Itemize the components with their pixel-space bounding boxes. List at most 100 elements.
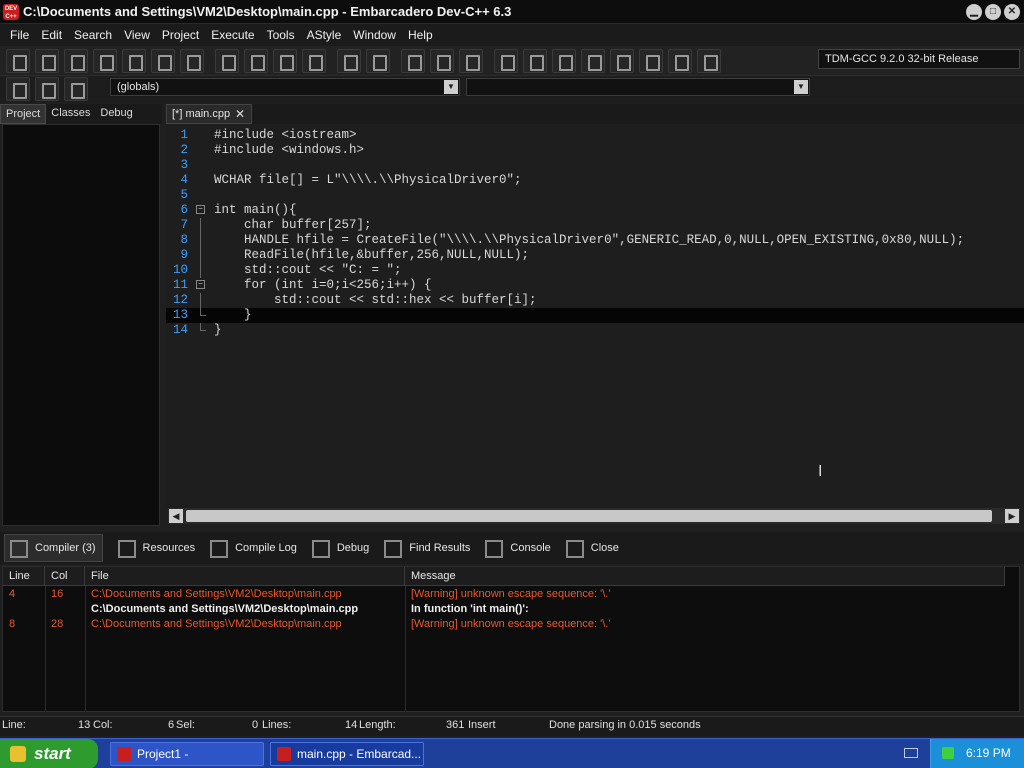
tab-compile-log[interactable]: Compile Log (205, 535, 297, 561)
code-line-current: 13 } (166, 308, 1024, 323)
stop-execution-icon[interactable] (639, 48, 663, 73)
project-panel[interactable] (2, 124, 160, 526)
taskbar-item-main-cpp[interactable]: main.cpp - Embarcad... (270, 742, 424, 766)
goto-bookmark-icon[interactable] (64, 77, 88, 101)
line-number: 6 (180, 203, 188, 217)
clock[interactable]: 6:19 PM (966, 746, 1011, 760)
bookmark-icon[interactable] (302, 48, 326, 73)
tab-close[interactable]: Close (561, 535, 619, 561)
tab-find-results[interactable]: Find Results (379, 535, 470, 561)
compiler-messages-table[interactable]: Line Col File Message 4 16 C:\Documents … (2, 566, 1020, 712)
delete-profile-icon[interactable] (697, 48, 721, 73)
line-number: 5 (180, 188, 188, 202)
scroll-right-icon[interactable]: ▶ (1005, 509, 1019, 523)
find-icon[interactable] (215, 48, 239, 73)
compile-icon[interactable] (494, 48, 518, 73)
save-all-icon[interactable] (93, 48, 117, 73)
tab-classes[interactable]: Classes (46, 104, 95, 124)
close-icon[interactable]: ✕ (235, 105, 245, 123)
keyboard-icon[interactable] (904, 748, 918, 758)
table-row[interactable]: 4 16 C:\Documents and Settings\VM2\Deskt… (3, 587, 1005, 602)
table-row[interactable]: 8 28 C:\Documents and Settings\VM2\Deskt… (3, 617, 1005, 632)
tab-resources[interactable]: Resources (113, 535, 195, 561)
window-title: C:\Documents and Settings\VM2\Desktop\ma… (23, 4, 512, 19)
fold-toggle-icon[interactable]: − (196, 280, 205, 289)
col-col[interactable]: Col (45, 567, 85, 586)
line-number: 4 (180, 173, 188, 187)
minimize-button[interactable]: ▁ (966, 4, 982, 20)
redo-icon[interactable] (366, 48, 390, 73)
function-select[interactable]: ▼ (466, 78, 810, 96)
insert-icon[interactable] (6, 77, 30, 101)
menu-execute[interactable]: Execute (205, 28, 260, 42)
code-text: for (int i=0;i<256;i++) { (214, 278, 432, 292)
tab-console[interactable]: Console (480, 535, 551, 561)
project-options-icon[interactable] (459, 48, 483, 73)
status-lines-label: Lines: (262, 719, 292, 731)
cell-message: In function 'int main()': (411, 603, 529, 615)
compile-run-icon[interactable] (552, 48, 576, 73)
horizontal-scrollbar[interactable]: ◀ ▶ (168, 508, 1020, 524)
devcpp-app-icon (117, 747, 131, 761)
menu-file[interactable]: File (4, 28, 35, 42)
remove-from-project-icon[interactable] (430, 48, 454, 73)
open-folder-icon[interactable] (35, 48, 59, 73)
menu-project[interactable]: Project (156, 28, 205, 42)
scroll-left-icon[interactable]: ◀ (169, 509, 183, 523)
tab-main-cpp[interactable]: [*] main.cpp ✕ (166, 104, 252, 124)
code-text: #include <windows.h> (214, 143, 365, 157)
run-icon[interactable] (523, 48, 547, 73)
profile-icon[interactable] (668, 48, 692, 73)
undo-icon[interactable] (337, 48, 361, 73)
devcpp-app-icon[interactable]: DEV C++ (3, 3, 19, 20)
replace-icon[interactable] (244, 48, 268, 73)
code-line: 3 (166, 158, 1024, 173)
tab-compiler[interactable]: Compiler (3) (4, 534, 103, 562)
close-all-icon[interactable] (151, 48, 175, 73)
col-message[interactable]: Message (405, 567, 1005, 586)
menu-window[interactable]: Window (347, 28, 402, 42)
start-button[interactable]: start (0, 739, 98, 768)
fold-toggle-icon[interactable]: − (196, 205, 205, 214)
menu-search[interactable]: Search (68, 28, 118, 42)
add-to-project-icon[interactable] (401, 48, 425, 73)
cell-message: [Warning] unknown escape sequence: '\.' (411, 618, 611, 630)
menu-help[interactable]: Help (402, 28, 439, 42)
scrollbar-thumb[interactable] (186, 510, 992, 522)
col-line[interactable]: Line (3, 567, 45, 586)
code-editor[interactable]: 1 #include <iostream> 2 #include <window… (166, 124, 1024, 508)
print-icon[interactable] (180, 48, 204, 73)
code-line: 14 } (166, 323, 1024, 338)
maximize-button[interactable]: □ (985, 4, 1001, 20)
menu-view[interactable]: View (118, 28, 156, 42)
menu-edit[interactable]: Edit (35, 28, 68, 42)
rebuild-all-icon[interactable] (581, 48, 605, 73)
chevron-down-icon[interactable]: ▼ (794, 80, 808, 94)
tab-debug-output[interactable]: Debug (307, 535, 369, 561)
menu-astyle[interactable]: AStyle (301, 28, 348, 42)
goto-icon[interactable] (273, 48, 297, 73)
line-number: 12 (172, 293, 188, 307)
compiler-select[interactable]: TDM-GCC 9.2.0 32-bit Release (818, 49, 1020, 69)
toggle-bookmark-icon[interactable] (35, 77, 59, 101)
col-file[interactable]: File (85, 567, 405, 586)
chevron-down-icon[interactable]: ▼ (444, 80, 458, 94)
taskbar-item-project1[interactable]: Project1 - Embarcade... (110, 742, 264, 766)
table-header: Line Col File Message (3, 567, 1005, 586)
save-icon[interactable] (64, 48, 88, 73)
close-button[interactable]: ✕ (1004, 4, 1020, 20)
tab-label: Find Results (409, 542, 471, 554)
menu-tools[interactable]: Tools (261, 28, 301, 42)
tab-debug[interactable]: Debug (95, 104, 137, 124)
new-file-icon[interactable] (6, 48, 30, 73)
line-number: 11 (172, 278, 188, 292)
table-row[interactable]: C:\Documents and Settings\VM2\Desktop\ma… (3, 602, 1005, 617)
menu-bar: File Edit Search View Project Execute To… (0, 24, 1024, 46)
tab-project[interactable]: Project (0, 104, 47, 124)
code-line: 5 (166, 188, 1024, 203)
network-icon[interactable] (942, 747, 954, 759)
scope-select[interactable]: (globals) ▼ (110, 78, 460, 96)
close-file-icon[interactable] (122, 48, 146, 73)
syntax-check-icon[interactable] (610, 48, 634, 73)
cell-col: 16 (51, 588, 64, 600)
